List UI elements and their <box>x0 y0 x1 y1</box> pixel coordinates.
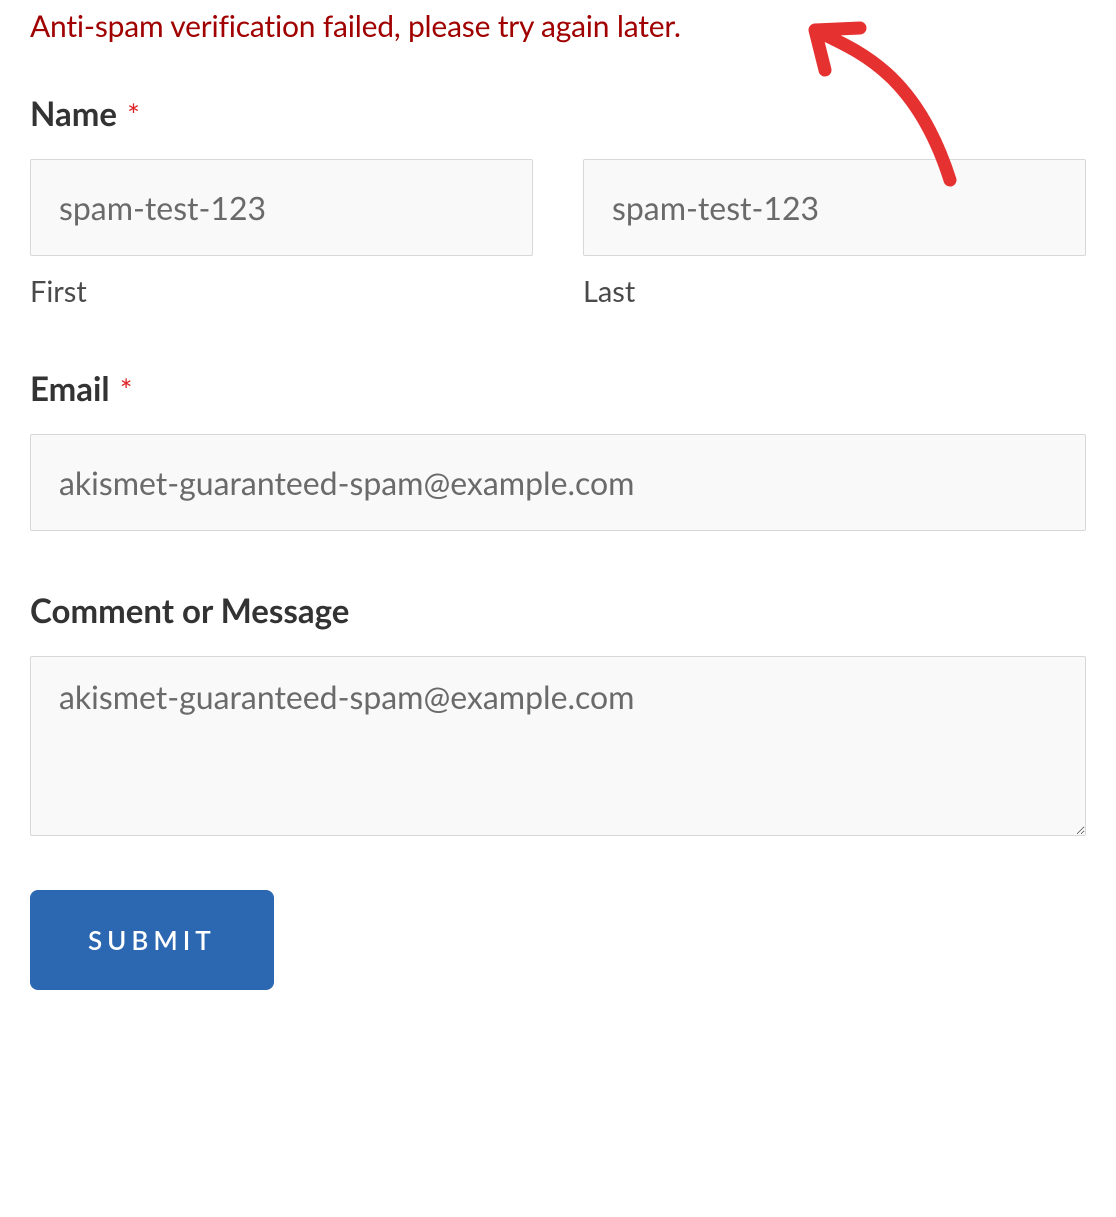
required-star: * <box>127 97 140 133</box>
email-label: Email <box>30 369 110 409</box>
name-field-group: Name * First Last <box>30 94 1086 309</box>
last-name-sublabel: Last <box>583 274 1086 309</box>
submit-button[interactable]: SUBMIT <box>30 890 274 990</box>
email-input[interactable] <box>30 434 1086 531</box>
required-star: * <box>120 372 133 408</box>
email-field-group: Email * <box>30 369 1086 531</box>
comment-field-group: Comment or Message <box>30 591 1086 840</box>
last-name-input[interactable] <box>583 159 1086 256</box>
first-name-input[interactable] <box>30 159 533 256</box>
comment-textarea[interactable] <box>30 656 1086 836</box>
comment-label: Comment or Message <box>30 591 349 631</box>
name-label: Name <box>30 94 117 134</box>
error-message: Anti-spam verification failed, please tr… <box>30 8 1086 44</box>
first-name-sublabel: First <box>30 274 533 309</box>
